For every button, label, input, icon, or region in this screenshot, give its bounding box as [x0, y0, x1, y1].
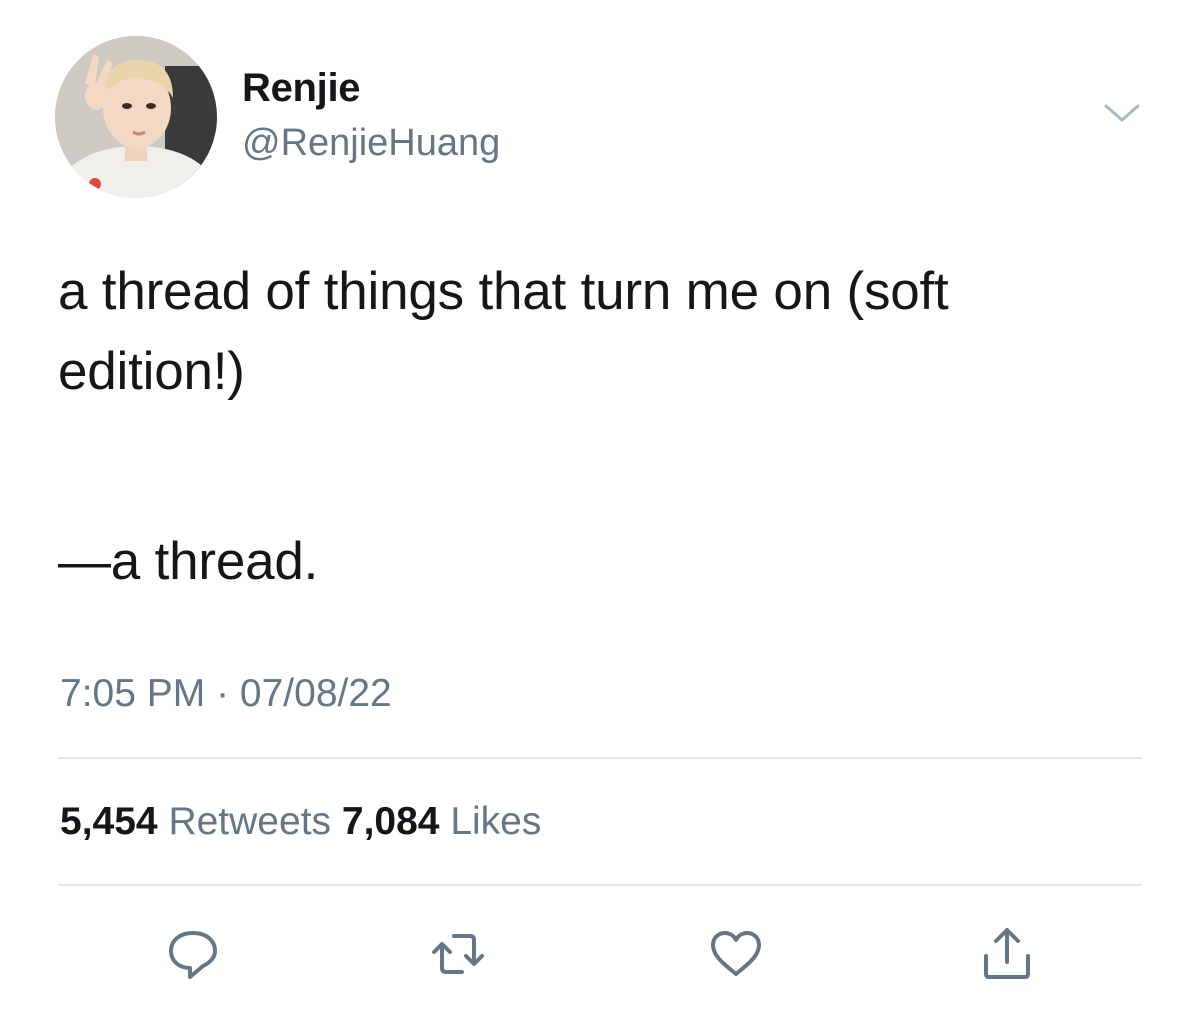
tweet-timestamp[interactable]: 7:05 PM · 07/08/22: [60, 672, 392, 716]
avatar[interactable]: [55, 36, 217, 198]
likes-stat[interactable]: 7,084 Likes: [342, 800, 542, 843]
like-button[interactable]: [704, 922, 768, 986]
share-button[interactable]: [975, 922, 1039, 986]
share-upload-icon: [984, 928, 1030, 979]
heart-icon: [711, 931, 761, 976]
avatar-photo: [55, 36, 217, 198]
retweets-count: 5,454: [60, 800, 158, 843]
tweet-stats: 5,454 Retweets 7,084 Likes: [60, 800, 541, 844]
divider: [58, 757, 1142, 759]
retweet-button[interactable]: [426, 922, 490, 986]
tweet-time: 7:05 PM: [60, 672, 206, 715]
display-name[interactable]: Renjie: [242, 66, 361, 111]
tweet-text: a thread of things that turn me on (soft…: [58, 252, 1158, 602]
reply-button[interactable]: [161, 922, 225, 986]
tweet-text-line: —a thread.: [58, 532, 319, 591]
likes-label: Likes: [450, 800, 542, 843]
tweet-date: 07/08/22: [239, 672, 392, 715]
tweet-card: Renjie @RenjieHuang a thread of things t…: [0, 0, 1200, 1014]
tweet-text-line: a thread of things that turn me on (soft: [58, 262, 949, 321]
retweet-arrows-icon: [432, 934, 484, 974]
tweet-text-line: edition!): [58, 342, 245, 401]
timestamp-separator: ·: [205, 672, 240, 715]
user-handle[interactable]: @RenjieHuang: [242, 122, 500, 165]
retweets-label: Retweets: [168, 800, 332, 843]
chevron-down-icon[interactable]: [1100, 98, 1144, 128]
retweets-stat[interactable]: 5,454 Retweets: [60, 800, 331, 843]
speech-bubble-icon: [169, 931, 217, 979]
likes-count: 7,084: [341, 800, 440, 843]
divider: [58, 884, 1142, 886]
